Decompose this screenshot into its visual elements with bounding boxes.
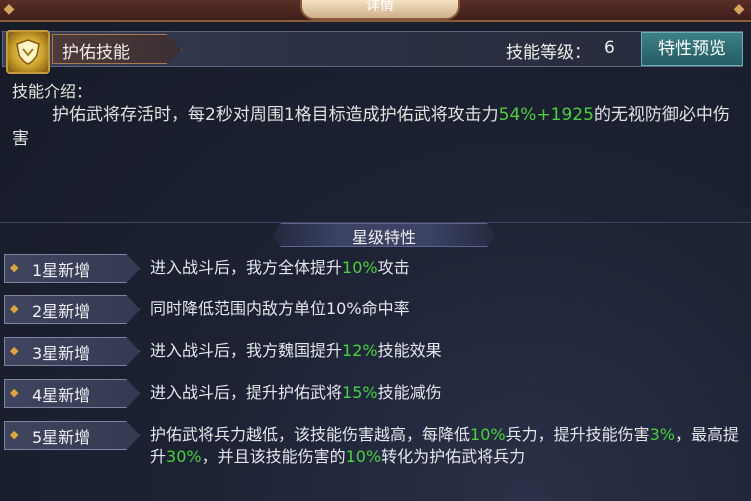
text-part: 护佑武将兵力越低，该技能伤害越高，每降低 <box>150 425 471 444</box>
diamond-icon: ◆ <box>10 344 19 357</box>
frame-corner-left-icon: ◆ <box>3 1 15 17</box>
text-part: 兵力，提升技能伤害 <box>505 425 650 444</box>
star-row-text: 进入战斗后，我方魏国提升12%技能效果 <box>150 340 746 362</box>
highlight-value: 15% <box>342 383 378 402</box>
text-part: 攻击 <box>377 258 410 277</box>
trait-preview-button[interactable]: 特性预览 <box>641 32 743 66</box>
text-part: 同时降低范围内敌方单位10%命中率 <box>150 299 410 318</box>
intro-highlight-value: 54%+1925 <box>498 105 594 125</box>
diamond-icon: ◆ <box>10 428 19 441</box>
star-tag-label: 3星新增 <box>32 344 91 363</box>
shield-icon <box>6 30 50 74</box>
star-row-text: 进入战斗后，提升护佑武将15%技能减伤 <box>150 382 746 404</box>
diamond-icon: ◆ <box>10 261 19 274</box>
star-section-title: 星级特性 <box>351 228 416 247</box>
highlight-value: 30% <box>166 447 202 466</box>
intro-text: 护佑武将存活时，每2秒对周围1格目标造成护佑武将攻击力54%+1925的无视防御… <box>12 103 740 151</box>
highlight-value: 12% <box>342 341 378 360</box>
text-part: ，并且该技能伤害的 <box>201 447 346 466</box>
skill-level-label: 技能等级： <box>506 43 591 63</box>
highlight-value: 10% <box>345 447 382 466</box>
intro-label: 技能介绍： <box>12 82 93 101</box>
section-divider <box>0 222 751 223</box>
highlight-value: 10% <box>470 425 506 444</box>
frame-corner-right-icon: ◆ <box>733 1 745 17</box>
text-part: 技能减伤 <box>377 383 442 402</box>
shield-icon-graphic <box>16 39 40 65</box>
star-row-text: 护佑武将兵力越低，该技能伤害越高，每降低10%兵力，提升技能伤害3%，最高提升3… <box>150 424 746 468</box>
text-part: 进入战斗后，我方魏国提升 <box>150 341 343 360</box>
skill-name: 护佑技能 <box>62 43 130 63</box>
text-part: 进入战斗后，提升护佑武将 <box>150 383 343 402</box>
star-tag-label: 1星新增 <box>32 261 91 280</box>
star-tag-label: 2星新增 <box>32 302 91 321</box>
star-tag-label: 4星新增 <box>32 386 91 405</box>
star-tag-label: 5星新增 <box>32 428 91 447</box>
diamond-icon: ◆ <box>10 302 19 315</box>
intro-text-part: 护佑武将存活时，每2秒对周围1格目标造成护佑武将攻击力 <box>52 105 499 125</box>
diamond-icon: ◆ <box>10 386 19 399</box>
star-row-text: 同时降低范围内敌方单位10%命中率 <box>150 298 746 320</box>
skill-level-value: 6 <box>604 38 615 58</box>
text-part: 进入战斗后，我方全体提升 <box>150 258 343 277</box>
panel-title: 详情 <box>300 0 460 20</box>
text-part: 技能效果 <box>377 341 442 360</box>
text-part: 转化为护佑武将兵力 <box>381 447 526 466</box>
highlight-value: 10% <box>342 258 378 277</box>
star-row-text: 进入战斗后，我方全体提升10%攻击 <box>150 257 746 279</box>
highlight-value: 3% <box>649 425 675 444</box>
